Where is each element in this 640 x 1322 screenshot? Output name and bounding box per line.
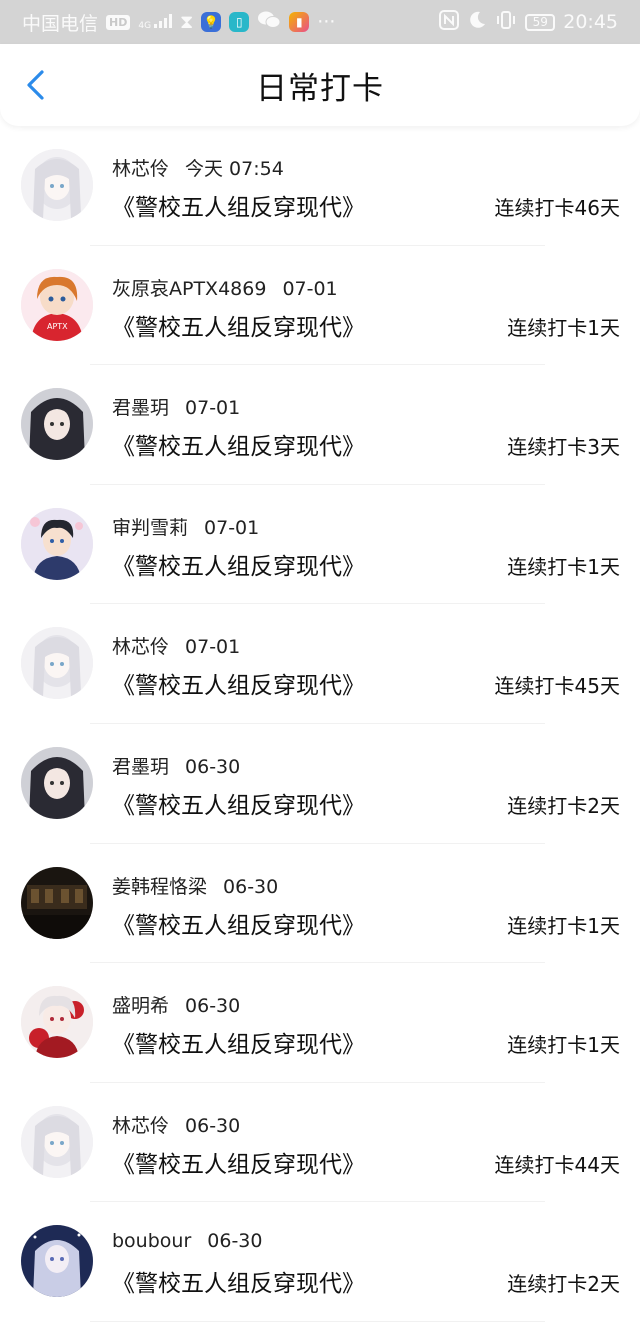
streak-label: 连续打卡46天 [494,196,620,220]
checkin-list: 林芯伶 今天 07:54 《警校五人组反穿现代》 连续打卡46天 APTX 灰原哀… [0,126,640,1322]
streak-label: 连续打卡1天 [507,554,620,579]
user-line: 灰原哀APTX4869 07-01 [112,274,338,301]
user-line: 姜韩程恪梁 06-30 [112,872,278,899]
user-line: boubour 06-30 [112,1230,262,1252]
streak-label: 连续打卡2天 [507,793,620,818]
book-title[interactable]: 《警校五人组反穿现代》 [112,786,365,820]
book-title[interactable]: 《警校五人组反穿现代》 [112,547,365,581]
checkin-time: 06-30 [185,1114,241,1137]
status-bar: 中国电信 HD 4G ⧗ 💡 ▯ ▮ ··· 59 20:45 [0,0,640,44]
checkin-time: 07-01 [282,277,338,300]
avatar[interactable] [21,866,93,939]
avatar[interactable] [21,1105,93,1178]
book-title[interactable]: 《警校五人组反穿现代》 [112,308,365,342]
signal-bars-icon [153,13,172,28]
user-name[interactable]: 君墨玥 [112,397,169,419]
book-title[interactable]: 《警校五人组反穿现代》 [112,906,365,940]
user-line: 君墨玥 07-01 [112,393,240,420]
clock-label: 20:45 [563,11,618,33]
streak-label: 连续打卡1天 [507,913,620,938]
user-name[interactable]: 林芯伶 [112,1115,169,1137]
avatar[interactable] [21,388,93,461]
streak-label: 连续打卡44天 [494,1152,620,1177]
hourglass-icon: ⧗ [179,11,194,33]
book-title[interactable]: 《警校五人组反穿现代》 [112,666,365,700]
avatar[interactable] [21,507,93,580]
back-button[interactable] [18,68,52,102]
streak-label: 连续打卡1天 [507,315,620,340]
battery-icon: 59 [525,13,556,31]
list-item[interactable]: APTX 灰原哀APTX4869 07-01 《警校五人组反穿现代》 连续打卡1天 [0,246,640,366]
list-item[interactable]: 君墨玥 07-01 《警校五人组反穿现代》 连续打卡3天 [0,365,640,485]
book-title[interactable]: 《警校五人组反穿现代》 [112,1264,365,1298]
checkin-time: 07-01 [185,636,241,659]
list-item[interactable]: 林芯伶 07-01 《警校五人组反穿现代》 连续打卡45天 [0,604,640,724]
user-line: 盛明希 06-30 [112,991,240,1018]
book-app-icon: ▯ [229,12,250,32]
app-icon: ▮ [289,12,310,32]
list-item[interactable]: 盛明希 06-30 《警校五人组反穿现代》 连续打卡1天 [0,963,640,1083]
checkin-time: 06-30 [207,1230,263,1253]
user-line: 林芯伶 今天 07:54 [112,154,284,181]
list-item[interactable]: 林芯伶 今天 07:54 《警校五人组反穿现代》 连续打卡46天 [0,126,640,246]
user-name[interactable]: 姜韩程恪梁 [112,876,207,898]
checkin-time: 06-30 [185,755,241,778]
title-bar: 日常打卡 [0,44,640,126]
status-left: 中国电信 HD 4G ⧗ 💡 ▯ ▮ ··· [22,9,335,36]
status-right: 59 20:45 [439,9,618,35]
checkin-time: 07-01 [204,516,260,539]
chevron-left-icon [27,70,44,100]
moon-icon [467,10,487,35]
streak-label: 连续打卡2天 [507,1272,620,1297]
user-line: 林芯伶 07-01 [112,632,240,659]
user-name[interactable]: 灰原哀APTX4869 [112,278,266,300]
battery-level: 59 [532,15,548,29]
list-item[interactable]: 姜韩程恪梁 06-30 《警校五人组反穿现代》 连续打卡1天 [0,844,640,964]
user-name[interactable]: 审判雪莉 [112,517,188,539]
user-name[interactable]: 君墨玥 [112,756,169,778]
checkin-time: 06-30 [223,875,279,898]
checkin-time: 06-30 [185,995,241,1018]
svg-text:APTX: APTX [47,322,68,331]
avatar[interactable]: APTX [21,268,93,341]
wechat-icon [257,10,281,35]
book-title[interactable]: 《警校五人组反穿现代》 [112,1145,365,1179]
list-item[interactable]: 审判雪莉 07-01 《警校五人组反穿现代》 连续打卡1天 [0,485,640,605]
avatar[interactable] [21,627,93,700]
book-title[interactable]: 《警校五人组反穿现代》 [112,188,365,222]
checkin-time: 07-01 [185,397,241,420]
avatar[interactable] [21,1225,93,1298]
book-title[interactable]: 《警校五人组反穿现代》 [112,427,365,461]
more-icon: ··· [317,11,336,33]
user-line: 林芯伶 06-30 [112,1111,240,1138]
user-line: 君墨玥 06-30 [112,752,240,779]
page-title: 日常打卡 [256,70,384,107]
user-name[interactable]: 盛明希 [112,995,169,1017]
list-item[interactable]: 林芯伶 06-30 《警校五人组反穿现代》 连续打卡44天 [0,1083,640,1203]
signal-icon: 4G [138,13,172,31]
hd-icon: HD [106,14,131,30]
streak-label: 连续打卡1天 [507,1033,620,1058]
streak-label: 连续打卡3天 [507,435,620,460]
avatar[interactable] [21,746,93,819]
streak-label: 连续打卡45天 [494,674,620,699]
list-item[interactable]: boubour 06-30 《警校五人组反穿现代》 连续打卡2天 [0,1202,640,1322]
avatar[interactable] [21,986,93,1059]
user-name[interactable]: 林芯伶 [112,158,169,180]
avatar[interactable] [21,149,93,221]
carrier-label: 中国电信 [22,12,99,35]
list-item[interactable]: 君墨玥 06-30 《警校五人组反穿现代》 连续打卡2天 [0,724,640,844]
nfc-icon [439,9,460,35]
book-title[interactable]: 《警校五人组反穿现代》 [112,1025,365,1059]
checkin-time: 今天 07:54 [185,158,284,180]
user-name[interactable]: boubour [112,1230,191,1252]
user-name[interactable]: 林芯伶 [112,636,169,658]
user-line: 审判雪莉 07-01 [112,513,259,540]
network-type-label: 4G [138,20,152,31]
vibrate-icon [495,10,517,35]
bulb-app-icon: 💡 [201,12,222,32]
